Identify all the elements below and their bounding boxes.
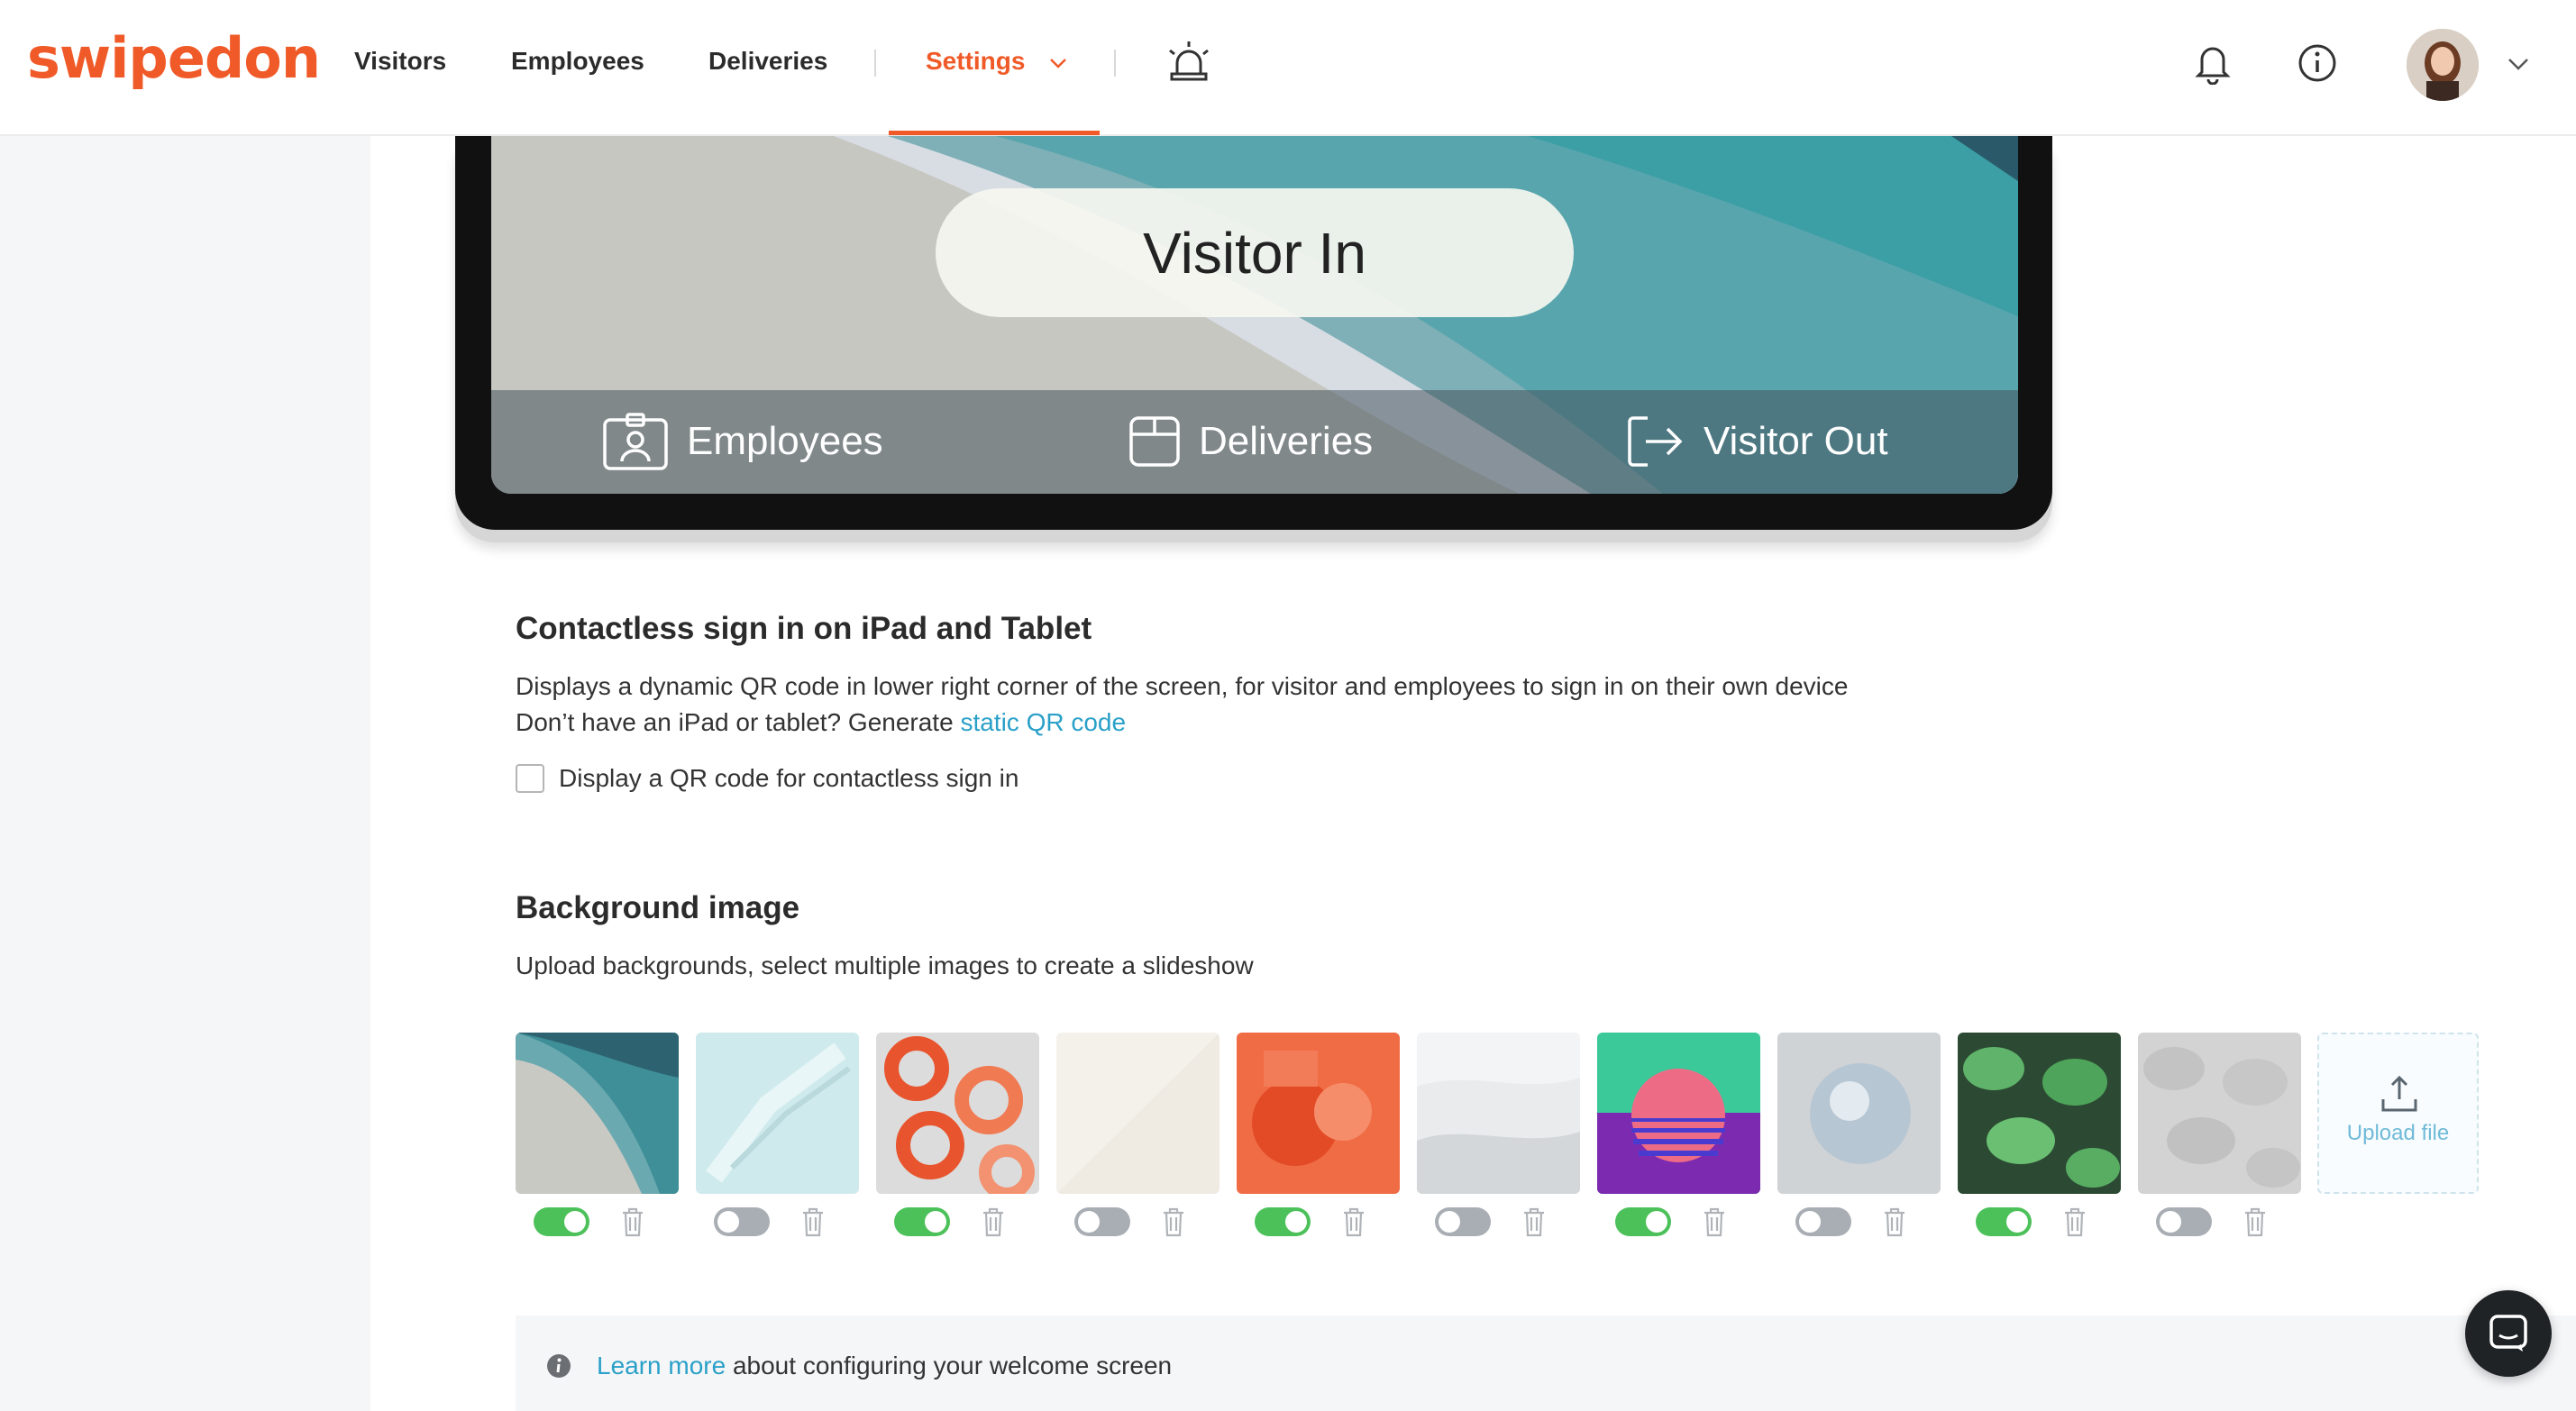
slideshow-toggle[interactable]	[894, 1207, 950, 1236]
bell-icon[interactable]	[2193, 41, 2233, 85]
trash-icon[interactable]	[1340, 1206, 1367, 1238]
generate-qr-prefix: Don’t have an iPad or tablet? Generate	[516, 708, 961, 736]
upload-file-label: Upload file	[2346, 1121, 2450, 1145]
background-thumbnail[interactable]	[1597, 1033, 1760, 1194]
slideshow-toggle[interactable]	[1435, 1207, 1491, 1236]
info-text-suffix: about configuring your welcome screen	[726, 1352, 1173, 1379]
upload-icon	[2381, 1075, 2417, 1112]
preview-employees-label: Employees	[687, 419, 883, 463]
background-thumbnail[interactable]	[1056, 1033, 1219, 1194]
trash-icon[interactable]	[1881, 1206, 1908, 1238]
info-icon[interactable]	[2297, 43, 2337, 83]
nav-deliveries[interactable]: Deliveries	[708, 47, 827, 76]
chat-icon	[2489, 1315, 2527, 1352]
slideshow-toggle[interactable]	[1976, 1207, 2032, 1236]
left-sidebar	[0, 136, 370, 1411]
nav-active-underline	[889, 131, 1100, 135]
chat-support-button[interactable]	[2465, 1290, 2552, 1377]
trash-icon[interactable]	[1701, 1206, 1728, 1238]
background-thumbnail[interactable]	[696, 1033, 859, 1194]
trash-icon[interactable]	[619, 1206, 646, 1238]
user-avatar[interactable]	[2407, 29, 2479, 101]
background-thumbnail[interactable]	[1237, 1033, 1400, 1194]
trash-icon[interactable]	[799, 1206, 827, 1238]
info-text: Learn more about configuring your welcom…	[597, 1352, 1172, 1380]
trash-icon[interactable]	[980, 1206, 1007, 1238]
slideshow-toggle[interactable]	[2156, 1207, 2212, 1236]
contactless-description: Displays a dynamic QR code in lower righ…	[516, 672, 1849, 700]
slideshow-toggle[interactable]	[714, 1207, 770, 1236]
background-thumbnail[interactable]	[2138, 1033, 2301, 1194]
preview-visitor-out-label: Visitor Out	[1704, 419, 1888, 463]
preview-visitor-out-item: Visitor Out	[1626, 413, 1888, 470]
nav-settings-label: Settings	[926, 47, 1026, 75]
nav-visitors[interactable]: Visitors	[354, 47, 446, 76]
trash-icon[interactable]	[2242, 1206, 2269, 1238]
chevron-down-icon[interactable]	[2506, 56, 2531, 72]
nav-divider	[1114, 50, 1116, 77]
info-banner: Learn more about configuring your welcom…	[516, 1315, 2576, 1411]
generate-qr-text: Don’t have an iPad or tablet? Generate s…	[516, 708, 1126, 737]
chevron-down-icon	[1050, 58, 1067, 68]
contactless-title: Contactless sign in on iPad and Tablet	[516, 611, 1092, 646]
preview-deliveries-label: Deliveries	[1199, 419, 1374, 463]
nav-divider	[874, 50, 876, 77]
background-thumbnail[interactable]	[876, 1033, 1039, 1194]
background-thumbnail[interactable]	[1417, 1033, 1580, 1194]
nav-employees[interactable]: Employees	[511, 47, 644, 76]
alarm-icon[interactable]	[1165, 40, 1213, 83]
visitor-in-button: Visitor In	[936, 188, 1574, 317]
trash-icon[interactable]	[2061, 1206, 2088, 1238]
contactless-checkbox-label[interactable]: Display a QR code for contactless sign i…	[559, 764, 1019, 793]
background-thumbnail[interactable]	[516, 1033, 679, 1194]
nav-settings[interactable]: Settings	[926, 47, 1068, 76]
contactless-qr-checkbox[interactable]	[516, 764, 544, 793]
static-qr-code-link[interactable]: static QR code	[960, 708, 1126, 736]
upload-file-button[interactable]: Upload file	[2317, 1033, 2479, 1194]
slideshow-toggle[interactable]	[1615, 1207, 1671, 1236]
learn-more-link[interactable]: Learn more	[597, 1352, 726, 1379]
top-navigation-bar: swipedon Visitors Employees Deliveries S…	[0, 0, 2576, 136]
info-icon	[547, 1354, 571, 1378]
background-thumbnail[interactable]	[1958, 1033, 2121, 1194]
background-image-title: Background image	[516, 890, 800, 925]
trash-icon[interactable]	[1521, 1206, 1548, 1238]
slideshow-toggle[interactable]	[1255, 1207, 1311, 1236]
slideshow-toggle[interactable]	[1074, 1207, 1130, 1236]
box-icon	[1129, 416, 1180, 467]
swipedon-logo[interactable]: swipedon	[27, 25, 321, 91]
preview-deliveries-item: Deliveries	[1128, 413, 1373, 470]
background-thumbnail[interactable]	[1777, 1033, 1941, 1194]
preview-employees-item: Employees	[602, 413, 883, 470]
background-image-description: Upload backgrounds, select multiple imag…	[516, 951, 1254, 979]
slideshow-toggle[interactable]	[534, 1207, 589, 1236]
slideshow-toggle[interactable]	[1795, 1207, 1851, 1236]
id-badge-icon	[603, 413, 668, 470]
sign-out-icon	[1628, 416, 1683, 467]
trash-icon[interactable]	[1160, 1206, 1187, 1238]
